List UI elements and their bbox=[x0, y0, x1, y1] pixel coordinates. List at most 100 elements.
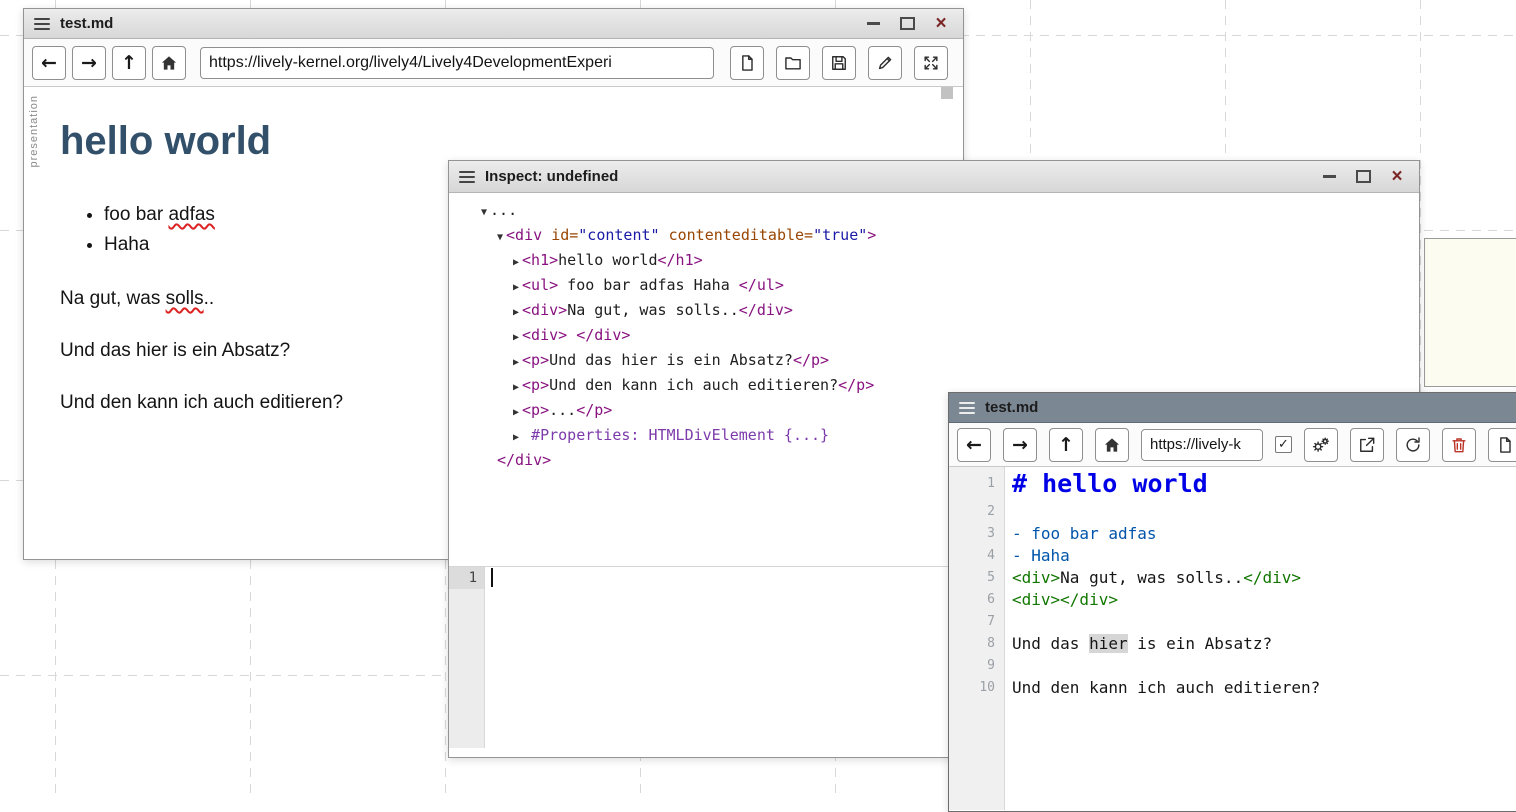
source-line[interactable]: 4- Haha bbox=[949, 545, 1516, 567]
code-segment: Und den kann ich auch editieren? bbox=[549, 376, 838, 394]
minimize-button[interactable] bbox=[865, 16, 881, 32]
fullscreen-button[interactable] bbox=[914, 46, 948, 80]
url-input[interactable] bbox=[1141, 429, 1263, 461]
markdown-view-toolbar: ← → ↑ bbox=[24, 39, 963, 87]
settings-button[interactable] bbox=[1304, 428, 1338, 462]
markdown-view-titlebar[interactable]: test.md × bbox=[24, 9, 963, 39]
code-segment: ▶ bbox=[513, 432, 519, 443]
code-segment: </div> bbox=[497, 451, 551, 469]
code-segment: contenteditable= bbox=[660, 226, 814, 244]
source-line[interactable]: 5<div>Na gut, was solls..</div> bbox=[949, 567, 1516, 589]
code-segment: is ein Absatz? bbox=[1128, 634, 1273, 653]
code-segment: ... bbox=[549, 401, 576, 419]
up-button[interactable]: ↑ bbox=[112, 46, 146, 80]
refresh-button[interactable] bbox=[1396, 428, 1430, 462]
save-button[interactable] bbox=[822, 46, 856, 80]
up-button[interactable]: ↑ bbox=[1049, 428, 1083, 462]
code-segment: Und den kann ich auch editieren? bbox=[1012, 678, 1320, 697]
option-checkbox[interactable]: ✓ bbox=[1275, 436, 1292, 453]
line-number: 7 bbox=[949, 611, 1005, 633]
home-button[interactable] bbox=[1095, 428, 1129, 462]
window-menu-icon[interactable] bbox=[459, 171, 475, 183]
maximize-button[interactable] bbox=[899, 16, 915, 32]
scrollbar-stub[interactable] bbox=[941, 87, 953, 99]
code-segment: - Haha bbox=[1012, 546, 1070, 565]
new-file-icon bbox=[737, 53, 757, 73]
code-segment: </p> bbox=[576, 401, 612, 419]
new-file-icon bbox=[1495, 435, 1515, 455]
source-line[interactable]: 9 bbox=[949, 655, 1516, 677]
line-number: 6 bbox=[949, 589, 1005, 611]
code-segment: ▶ bbox=[513, 257, 519, 268]
fullscreen-icon bbox=[921, 53, 941, 73]
code-segment: <p> bbox=[522, 351, 549, 369]
line-number: 8 bbox=[949, 633, 1005, 655]
code-segment: ▶ bbox=[513, 407, 519, 418]
window-menu-icon[interactable] bbox=[34, 18, 50, 30]
home-icon bbox=[159, 53, 179, 73]
window-markdown-source: test.md ← → ↑ ✓ bbox=[948, 392, 1516, 812]
line-number: 3 bbox=[949, 523, 1005, 545]
code-segment: id= bbox=[551, 226, 578, 244]
editor-gutter: 1 bbox=[449, 567, 485, 748]
code-segment: # hello world bbox=[1012, 469, 1208, 498]
source-line[interactable]: 7 bbox=[949, 611, 1516, 633]
code-segment: </p> bbox=[793, 351, 829, 369]
code-segment: <div> bbox=[522, 301, 567, 319]
close-button[interactable]: × bbox=[1389, 169, 1405, 185]
inspector-titlebar[interactable]: Inspect: undefined × bbox=[449, 161, 1419, 193]
back-button[interactable]: ← bbox=[957, 428, 991, 462]
edit-button[interactable] bbox=[868, 46, 902, 80]
line-number: 5 bbox=[949, 567, 1005, 589]
code-segment: Na gut, was solls.. bbox=[1060, 568, 1243, 587]
code-segment: Und das bbox=[1012, 634, 1089, 653]
open-external-icon bbox=[1357, 435, 1377, 455]
maximize-icon bbox=[900, 17, 915, 30]
source-line[interactable]: 3- foo bar adfas bbox=[949, 523, 1516, 545]
editor-filler bbox=[949, 699, 1516, 810]
inspector-tree-line[interactable]: ▼<div id="content" contenteditable="true… bbox=[481, 224, 1419, 249]
line-number: 9 bbox=[949, 655, 1005, 677]
inspector-tree-line[interactable]: ▼... bbox=[481, 199, 1419, 224]
markdown-source-toolbar: ← → ↑ ✓ bbox=[949, 423, 1516, 467]
source-line[interactable]: 1# hello world bbox=[949, 467, 1516, 501]
list-item-text: foo bar bbox=[104, 204, 168, 225]
source-editor[interactable]: 1# hello world23- foo bar adfas4- Haha5<… bbox=[949, 467, 1516, 810]
back-button[interactable]: ← bbox=[32, 46, 66, 80]
inspector-tree-line[interactable]: ▶<p>Und das hier is ein Absatz?</p> bbox=[481, 349, 1419, 374]
code-segment: <p> bbox=[522, 376, 549, 394]
window-menu-icon[interactable] bbox=[959, 402, 975, 414]
open-external-button[interactable] bbox=[1350, 428, 1384, 462]
forward-button[interactable]: → bbox=[72, 46, 106, 80]
inspector-tree-line[interactable]: ▶<div> </div> bbox=[481, 324, 1419, 349]
new-file-button[interactable] bbox=[730, 46, 764, 80]
close-button[interactable]: × bbox=[933, 16, 949, 32]
url-input[interactable] bbox=[200, 47, 714, 79]
inspector-tree-line[interactable]: ▶<h1>hello world</h1> bbox=[481, 249, 1419, 274]
code-segment: <p> bbox=[522, 401, 549, 419]
markdown-source-titlebar[interactable]: test.md bbox=[949, 393, 1516, 423]
edit-pencil-icon bbox=[875, 53, 895, 73]
source-line[interactable]: 6<div></div> bbox=[949, 589, 1516, 611]
open-folder-button[interactable] bbox=[776, 46, 810, 80]
code-segment: </h1> bbox=[658, 251, 703, 269]
inspector-tree-line[interactable]: ▶<ul> foo bar adfas Haha </ul> bbox=[481, 274, 1419, 299]
code-segment: </div> bbox=[1243, 568, 1301, 587]
new-file-button[interactable] bbox=[1488, 428, 1516, 462]
forward-button[interactable]: → bbox=[1003, 428, 1037, 462]
source-line[interactable]: 2 bbox=[949, 501, 1516, 523]
inspector-tree-line[interactable]: ▶<div>Na gut, was solls..</div> bbox=[481, 299, 1419, 324]
maximize-button[interactable] bbox=[1355, 169, 1371, 185]
code-segment: <h1> bbox=[522, 251, 558, 269]
minimize-button[interactable] bbox=[1321, 169, 1337, 185]
source-line[interactable]: 8 Und das hier is ein Absatz? bbox=[949, 633, 1516, 655]
delete-button[interactable] bbox=[1442, 428, 1476, 462]
code-segment: "true" bbox=[813, 226, 867, 244]
home-button[interactable] bbox=[152, 46, 186, 80]
source-line[interactable]: 10Und den kann ich auch editieren? bbox=[949, 677, 1516, 699]
code-segment: ▼ bbox=[481, 207, 487, 218]
window-title: test.md bbox=[60, 15, 113, 32]
code-segment: > bbox=[867, 226, 876, 244]
code-segment: hier bbox=[1089, 634, 1128, 653]
code-segment: Und das hier is ein Absatz? bbox=[549, 351, 793, 369]
